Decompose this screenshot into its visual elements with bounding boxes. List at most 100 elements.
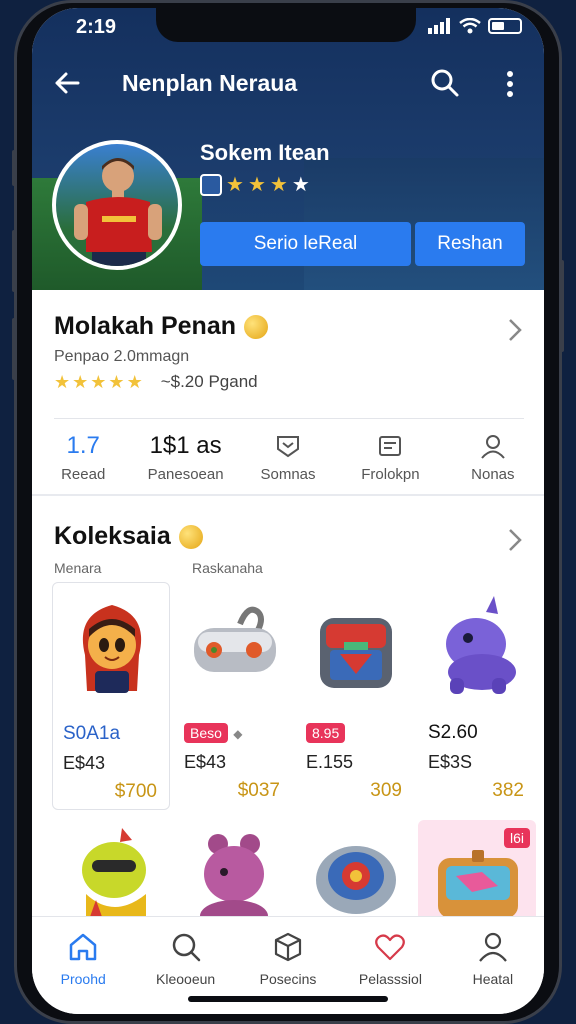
stat-label: Reead bbox=[61, 466, 106, 483]
card-price: S0A1a bbox=[63, 723, 121, 744]
stat-value: 1.7 bbox=[66, 432, 100, 459]
tab-label: Heatal bbox=[472, 971, 514, 987]
tab-label: Kleooeun bbox=[156, 971, 216, 987]
product-card[interactable] bbox=[296, 820, 414, 930]
shield-message-icon bbox=[277, 436, 300, 458]
stats-row: 1.7 Reead 1$1 as Panesoean Somnas Frolok… bbox=[32, 430, 544, 494]
star-icon: ★ bbox=[72, 372, 89, 392]
user-icon bbox=[478, 932, 507, 962]
coin-icon bbox=[244, 315, 268, 340]
collection-grid-row2: l6i bbox=[52, 820, 536, 930]
side-button bbox=[12, 230, 17, 292]
star-icon: ★ bbox=[54, 372, 71, 392]
stat-nonas[interactable]: Nonas bbox=[442, 430, 544, 494]
info-rating: ★ ★ ★ ★ ★ ~$.20 Pgand bbox=[54, 372, 258, 392]
avatar bbox=[52, 140, 182, 270]
user-icon bbox=[481, 435, 505, 459]
star-icon: ★ bbox=[247, 174, 266, 196]
secondary-action-button[interactable]: Reshan bbox=[415, 222, 525, 266]
card-sale-price: $700 bbox=[114, 781, 157, 802]
stat-label: Nonas bbox=[471, 466, 515, 483]
stat-panesoean[interactable]: 1$1 as Panesoean bbox=[134, 430, 236, 494]
top-bar: Nenplan Neraua bbox=[32, 64, 544, 104]
star-empty-icon: ★ bbox=[291, 174, 310, 196]
tab-home[interactable]: Proohd bbox=[32, 917, 134, 1014]
more-vertical-icon[interactable] bbox=[500, 68, 520, 100]
verified-badge-icon bbox=[200, 174, 222, 196]
divider bbox=[54, 418, 524, 419]
star-icon: ★ bbox=[108, 372, 125, 392]
collection-subtitle: Raskanaha bbox=[192, 560, 263, 576]
collection-subtitle: Menara bbox=[54, 560, 102, 576]
card-sale-price: $037 bbox=[237, 780, 280, 801]
stat-read[interactable]: 1.7 Reead bbox=[32, 430, 134, 494]
store-rating: ★ ★ ★ ★ bbox=[200, 174, 310, 196]
chest-box-icon bbox=[320, 618, 392, 688]
product-card[interactable]: Beso ◆ E$43 $037 bbox=[174, 582, 292, 810]
battery-icon bbox=[488, 18, 522, 34]
pink-creature-icon bbox=[200, 834, 268, 928]
signal-icon bbox=[428, 18, 450, 34]
search-icon bbox=[172, 933, 200, 962]
card-tag-row: Beso ◆ bbox=[184, 722, 242, 744]
tab-label: Posecins bbox=[259, 971, 317, 987]
heart-icon bbox=[375, 934, 406, 961]
chevron-right-icon[interactable] bbox=[508, 318, 522, 342]
yellow-monster-icon bbox=[82, 828, 146, 928]
star-icon: ★ bbox=[90, 372, 107, 392]
tab-label: Pelasssiol bbox=[358, 971, 422, 987]
status-icons bbox=[428, 18, 522, 34]
collection-title-text: Koleksaia bbox=[54, 522, 171, 550]
collection-title[interactable]: Koleksaia bbox=[54, 522, 203, 551]
card-tag-row: 8.95 bbox=[306, 722, 346, 744]
info-price: ~$.20 Pgand bbox=[160, 372, 258, 391]
stat-label: Frolokpn bbox=[361, 466, 420, 483]
search-icon[interactable] bbox=[430, 68, 460, 98]
stat-value: 1$1 as bbox=[149, 432, 222, 459]
home-icon bbox=[69, 933, 97, 961]
tab-profile[interactable]: Heatal bbox=[442, 917, 544, 1014]
side-button bbox=[559, 260, 564, 352]
stat-label: Somnas bbox=[260, 466, 316, 483]
gadget-device-icon bbox=[194, 606, 276, 672]
card-sale-price: 382 bbox=[492, 780, 524, 801]
star-icon: ★ bbox=[269, 174, 288, 196]
discount-tag: Beso bbox=[184, 723, 228, 743]
star-icon: ★ bbox=[126, 372, 143, 392]
stat-somnas[interactable]: Somnas bbox=[237, 430, 339, 494]
product-card[interactable] bbox=[174, 820, 292, 930]
status-time: 2:19 bbox=[76, 16, 117, 38]
screen: 2:19 Nenplan Neraua Sokem Itean ★ ★ ★ ★ … bbox=[32, 8, 544, 1014]
store-name: Sokem Itean bbox=[200, 140, 330, 165]
side-button bbox=[12, 318, 17, 380]
collection-grid: S0A1a E$43 $700 Beso ◆ E$43 $037 8.95 E.… bbox=[52, 582, 532, 810]
purple-creature-icon bbox=[446, 596, 516, 694]
stat-frolokpn[interactable]: Frolokpn bbox=[339, 430, 441, 494]
treasure-case-icon bbox=[438, 850, 518, 918]
notch bbox=[156, 8, 416, 42]
product-card[interactable] bbox=[52, 820, 170, 930]
page-title: Nenplan Neraua bbox=[122, 70, 298, 96]
side-button bbox=[12, 150, 17, 186]
product-card[interactable]: 8.95 E.155 309 bbox=[296, 582, 414, 810]
chevron-right-icon[interactable] bbox=[508, 528, 522, 552]
info-title[interactable]: Molakah Penan bbox=[54, 312, 268, 341]
discount-tag: 8.95 bbox=[306, 723, 346, 743]
collection-section: Koleksaia Menara Raskanaha S0A1a E$43 $7… bbox=[32, 496, 544, 930]
document-icon bbox=[379, 436, 402, 456]
character-girl-icon bbox=[82, 605, 142, 693]
tab-label: Proohd bbox=[60, 971, 106, 987]
primary-action-button[interactable]: Serio leReal bbox=[200, 222, 411, 266]
product-card[interactable]: S2.60 E$3S 382 bbox=[418, 582, 536, 810]
coin-icon bbox=[178, 525, 203, 550]
wifi-icon bbox=[459, 18, 481, 34]
home-indicator bbox=[188, 996, 388, 1002]
back-arrow-icon[interactable] bbox=[52, 68, 82, 98]
card-original-price: E$43 bbox=[63, 753, 106, 773]
info-title-text: Molakah Penan bbox=[54, 312, 236, 340]
orb-device-icon bbox=[316, 846, 396, 914]
box-icon bbox=[274, 932, 302, 962]
product-card[interactable]: S0A1a E$43 $700 bbox=[52, 582, 170, 810]
card-price: S2.60 bbox=[428, 722, 478, 743]
product-card[interactable]: l6i bbox=[418, 820, 536, 930]
